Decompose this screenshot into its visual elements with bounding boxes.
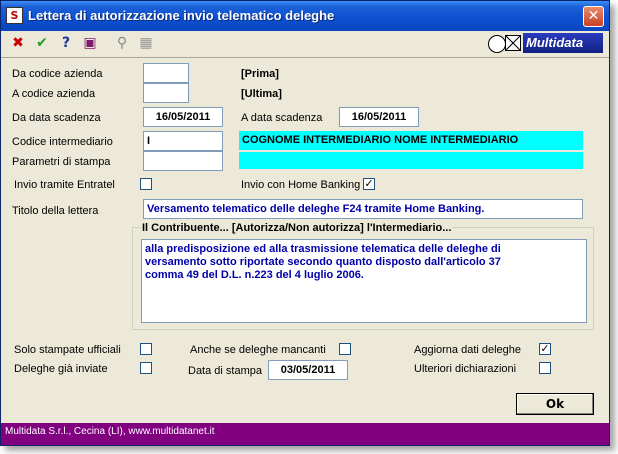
binoculars-icon[interactable]: ⚲ [113,34,131,52]
data-stampa-label: Data di stampa [188,365,262,377]
toolbar: ✖ ✔ ? ▣ ⚲ ▦ Multidata [1,31,609,58]
parametri-descr-field [239,152,583,169]
da-data-scadenza-label: Da data scadenza [12,112,101,124]
prima-label: [Prima] [241,68,279,80]
status-bar: Multidata S.r.l., Cecina (LI), www.multi… [1,423,609,445]
da-codice-azienda-input[interactable] [143,63,189,83]
dialog-window: S Lettera di autorizzazione invio telema… [0,0,610,446]
da-codice-azienda-label: Da codice azienda [12,68,103,80]
parametri-stampa-input[interactable] [143,151,223,171]
help-icon[interactable]: ? [57,34,75,52]
ok-button[interactable]: Ok [516,393,594,415]
testo-line: alla predisposizione ed alla trasmission… [145,243,501,255]
invio-home-banking-label: Invio con Home Banking [241,179,361,191]
app-icon: S [6,7,23,24]
codice-intermediario-label: Codice intermediario [12,136,113,148]
da-data-scadenza-input[interactable]: 16/05/2011 [143,107,223,127]
data-stampa-input[interactable]: 03/05/2011 [268,360,348,380]
confirm-icon[interactable]: ✔ [33,34,51,52]
testo-line: versamento sotto riportate secondo quant… [145,256,501,268]
invio-entratel-label: Invio tramite Entratel [14,179,115,191]
ulteriori-label: Ulteriori dichiarazioni [414,363,517,375]
calculator-icon[interactable]: ▦ [137,34,155,52]
intermediario-nome-field: COGNOME INTERMEDIARIO NOME INTERMEDIARIO [239,131,583,150]
window-title: Lettera di autorizzazione invio telemati… [28,8,335,23]
logo-cross-icon [505,35,521,51]
deleghe-inviate-checkbox[interactable] [140,362,152,374]
close-button[interactable]: ✕ [583,6,604,27]
titolo-lettera-input[interactable]: Versamento telematico delle deleghe F24 … [143,199,583,219]
a-data-scadenza-input[interactable]: 16/05/2011 [339,107,419,127]
book-icon[interactable]: ▣ [81,34,99,52]
ultima-label: [Ultima] [241,88,282,100]
parametri-stampa-label: Parametri di stampa [12,156,111,168]
aggiorna-dati-checkbox[interactable]: ✓ [539,343,551,355]
logo-text: Multidata [523,33,603,53]
title-bar[interactable]: S Lettera di autorizzazione invio telema… [1,1,609,31]
multidata-logo: Multidata [486,33,604,55]
solo-stampate-label: Solo stampate ufficiali [14,344,121,356]
a-data-scadenza-label: A data scadenza [241,112,323,124]
testo-line: comma 49 del D.L. n.223 del 4 luglio 200… [145,269,364,281]
solo-stampate-checkbox[interactable] [140,343,152,355]
group-legend: Il Contribuente... [Autorizza/Non autori… [141,222,453,234]
anche-mancanti-label: Anche se deleghe mancanti [190,344,326,356]
cancel-icon[interactable]: ✖ [9,34,27,52]
testo-lettera-textarea[interactable]: alla predisposizione ed alla trasmission… [141,239,587,323]
titolo-lettera-label: Titolo della lettera [12,205,99,217]
a-codice-azienda-label: A codice azienda [12,88,96,100]
invio-home-banking-checkbox[interactable]: ✓ [363,178,375,190]
ulteriori-checkbox[interactable] [539,362,551,374]
a-codice-azienda-input[interactable] [143,83,189,103]
deleghe-inviate-label: Deleghe già inviate [14,363,108,375]
logo-circle-icon [488,35,506,53]
codice-intermediario-input[interactable]: I [143,131,223,151]
invio-entratel-checkbox[interactable] [140,178,152,190]
aggiorna-dati-label: Aggiorna dati deleghe [414,344,522,356]
anche-mancanti-checkbox[interactable] [339,343,351,355]
